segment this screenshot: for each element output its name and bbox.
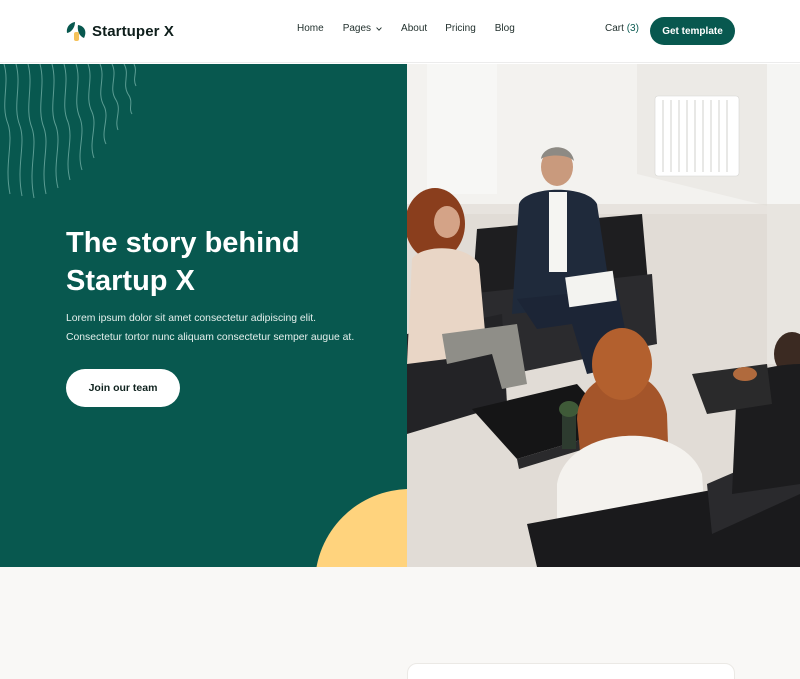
main-nav: Home Pages About Pricing Blog [297,23,515,34]
hero-description: Lorem ipsum dolor sit amet consectetur a… [66,309,386,347]
nav-item-home[interactable]: Home [297,23,324,34]
hero-image [407,64,800,567]
next-section [0,567,800,679]
brand-name: Startuper X [92,22,174,40]
hero-description-line: Consectetur tortor nunc aliquam consecte… [66,332,355,343]
cart-count: (3) [626,23,639,34]
site-header: Startuper X Home Pages About Pricing Blo… [0,0,800,63]
team-meeting-photo [407,64,800,567]
wave-pattern-decoration [3,64,137,199]
content-card [407,663,735,679]
join-team-button[interactable]: Join our team [66,369,180,407]
get-template-button[interactable]: Get template [650,17,735,45]
brand-logo[interactable]: Startuper X [66,20,174,42]
nav-item-blog[interactable]: Blog [495,23,515,34]
nav-item-pages[interactable]: Pages [343,23,382,34]
hero-title: The story behind Startup X [66,227,300,297]
nav-item-pricing[interactable]: Pricing [445,23,476,34]
hero-panel: The story behind Startup X Lorem ipsum d… [0,64,407,567]
cart-label: Cart [605,23,624,34]
nav-item-about[interactable]: About [401,23,427,34]
chevron-down-icon [376,26,382,31]
logo-icon [66,22,86,41]
cart-link[interactable]: Cart (3) [605,23,639,34]
hero-description-line: Lorem ipsum dolor sit amet consectetur a… [66,313,317,324]
yellow-circle-decoration [315,489,407,567]
nav-item-pages-label: Pages [342,23,372,34]
